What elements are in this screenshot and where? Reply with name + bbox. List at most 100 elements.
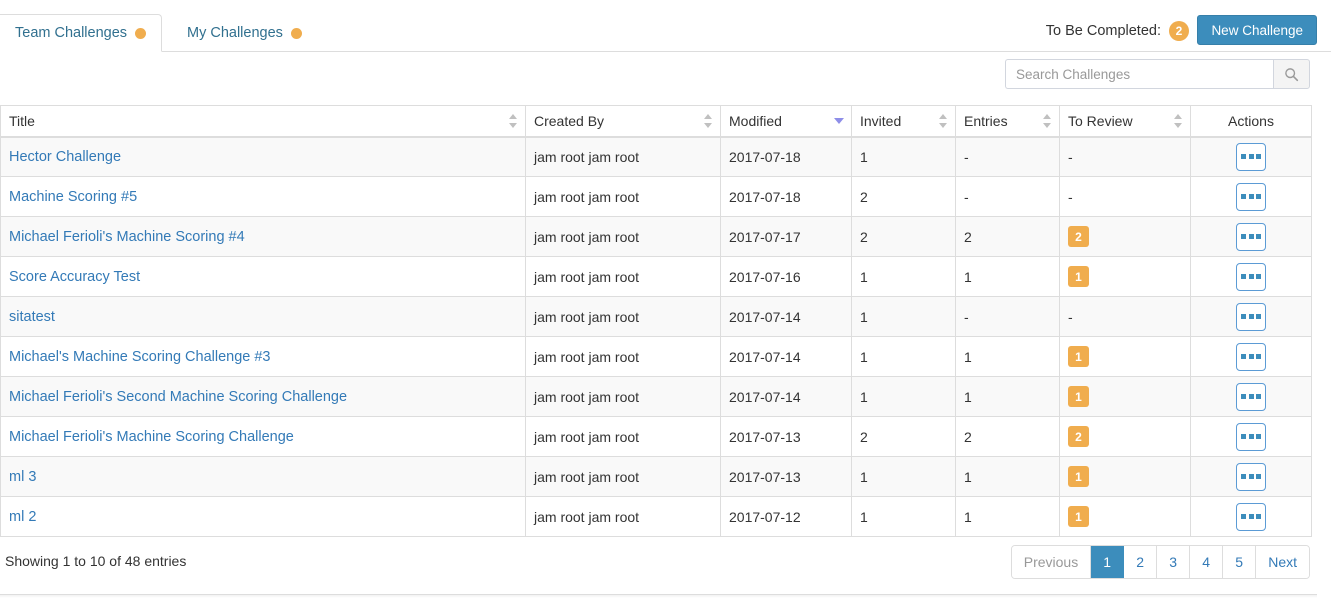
ellipsis-icon (1241, 394, 1261, 399)
tab-my-challenges-dot-icon (290, 27, 302, 39)
ellipsis-dot (1248, 434, 1254, 439)
table-row: Score Accuracy Test jam root jam root 2017… (0, 256, 1312, 297)
cell-title: Score Accuracy Test (0, 256, 526, 297)
cell-modified: 2017-07-17 (720, 216, 852, 257)
challenge-title-link[interactable]: ml 2 (9, 509, 36, 525)
ellipsis-dot (1248, 154, 1254, 160)
sort-both-icon (509, 113, 518, 128)
tab-team-challenges[interactable]: Team Challenges (0, 14, 163, 52)
tab-my-challenges[interactable]: My Challenges (172, 14, 317, 52)
pagination-next[interactable]: Next (1256, 546, 1309, 578)
search-button[interactable] (1273, 59, 1310, 89)
challenge-title-link[interactable]: Michael Ferioli's Machine Scoring #4 (9, 229, 245, 245)
pagination-previous: Previous (1011, 546, 1092, 578)
ellipsis-dot (1248, 194, 1254, 199)
cell-entries: - (955, 176, 1060, 217)
panel-bottom-shadow (0, 595, 1317, 598)
pagination-4[interactable]: 4 (1190, 546, 1224, 578)
challenge-title-link[interactable]: Michael Ferioli's Second Machine Scoring… (9, 389, 347, 405)
challenge-title-link[interactable]: Michael's Machine Scoring Challenge #3 (9, 349, 271, 365)
cell-actions (1190, 256, 1312, 297)
ellipsis-dot (1256, 354, 1261, 359)
column-header-title[interactable]: Title (0, 105, 526, 138)
row-actions-button[interactable] (1236, 222, 1266, 251)
table-row: Michael's Machine Scoring Challenge #3 ja… (0, 336, 1312, 377)
cell-created-by: jam root jam root (525, 376, 721, 417)
ellipsis-dot (1256, 314, 1261, 319)
pagination-5[interactable]: 5 (1223, 546, 1257, 578)
row-actions-button[interactable] (1236, 302, 1266, 331)
cell-created-by: jam root jam root (525, 216, 721, 257)
cell-actions (1190, 216, 1312, 257)
challenge-title-link[interactable]: Hector Challenge (9, 149, 121, 165)
ellipsis-dot (1241, 474, 1246, 479)
column-header-to-review[interactable]: To Review (1059, 105, 1191, 138)
ellipsis-dot (1256, 154, 1261, 160)
row-actions-button[interactable] (1236, 502, 1266, 531)
row-actions-button[interactable] (1236, 342, 1266, 371)
column-header-created-by-label: Created By (534, 112, 605, 129)
new-challenge-button-label: New Challenge (1211, 22, 1303, 38)
cell-invited: 2 (851, 416, 956, 457)
column-header-entries[interactable]: Entries (955, 105, 1060, 138)
ellipsis-icon (1241, 194, 1261, 199)
table-row: ml 3 jam root jam root 2017-07-13 1 1 1 (0, 456, 1312, 497)
tab-team-challenges-dot-icon (135, 27, 147, 39)
cell-entries: 1 (955, 456, 1060, 497)
cell-to-review: 1 (1059, 496, 1191, 537)
row-actions-button[interactable] (1236, 422, 1266, 451)
pagination-2[interactable]: 2 (1124, 546, 1158, 578)
cell-invited: 1 (851, 336, 956, 377)
pagination-1: 1 (1091, 546, 1125, 578)
cell-modified: 2017-07-12 (720, 496, 852, 537)
column-header-modified[interactable]: Modified (720, 105, 852, 138)
challenge-title-link[interactable]: Machine Scoring #5 (9, 189, 137, 205)
search-icon (1285, 67, 1299, 81)
cell-to-review: - (1059, 136, 1191, 177)
ellipsis-icon (1241, 434, 1261, 439)
cell-actions (1190, 376, 1312, 417)
cell-created-by: jam root jam root (525, 136, 721, 177)
challenge-title-link[interactable]: Michael Ferioli's Machine Scoring Challe… (9, 429, 294, 445)
ellipsis-dot (1248, 234, 1254, 239)
row-actions-button[interactable] (1236, 182, 1266, 211)
challenge-title-link[interactable]: Score Accuracy Test (9, 269, 140, 285)
cell-to-review: 1 (1059, 336, 1191, 377)
column-header-invited[interactable]: Invited (851, 105, 956, 138)
challenge-title-link[interactable]: sitatest (9, 309, 55, 325)
cell-title: Michael Ferioli's Machine Scoring #4 (0, 216, 526, 257)
row-actions-button[interactable] (1236, 382, 1266, 411)
search-challenges (1005, 59, 1310, 89)
ellipsis-icon (1241, 234, 1261, 239)
cell-invited: 1 (851, 456, 956, 497)
cell-modified: 2017-07-18 (720, 176, 852, 217)
column-header-modified-label: Modified (729, 112, 782, 129)
ellipsis-dot (1256, 514, 1261, 519)
pagination-3[interactable]: 3 (1157, 546, 1191, 578)
row-actions-button[interactable] (1236, 462, 1266, 491)
cell-invited: 1 (851, 376, 956, 417)
cell-created-by: jam root jam root (525, 456, 721, 497)
cell-entries: 1 (955, 336, 1060, 377)
to-be-completed: To Be Completed: 2 (1046, 21, 1189, 41)
column-header-created-by[interactable]: Created By (525, 105, 721, 138)
cell-created-by: jam root jam root (525, 336, 721, 377)
ellipsis-icon (1241, 354, 1261, 359)
new-challenge-button[interactable]: New Challenge (1197, 15, 1317, 45)
challenge-title-link[interactable]: ml 3 (9, 469, 36, 485)
cell-entries: - (955, 296, 1060, 337)
cell-invited: 1 (851, 296, 956, 337)
ellipsis-dot (1256, 394, 1261, 399)
cell-actions (1190, 176, 1312, 217)
row-actions-button[interactable] (1236, 142, 1266, 171)
cell-entries: - (955, 136, 1060, 177)
cell-actions (1190, 136, 1312, 177)
cell-invited: 1 (851, 256, 956, 297)
ellipsis-icon (1241, 314, 1261, 319)
search-input[interactable] (1005, 59, 1273, 89)
table-header-row: Title Created By Modified Invited Entrie… (0, 105, 1312, 138)
cell-modified: 2017-07-13 (720, 456, 852, 497)
row-actions-button[interactable] (1236, 262, 1266, 291)
cell-to-review: 2 (1059, 416, 1191, 457)
to-review-empty: - (1068, 188, 1073, 205)
